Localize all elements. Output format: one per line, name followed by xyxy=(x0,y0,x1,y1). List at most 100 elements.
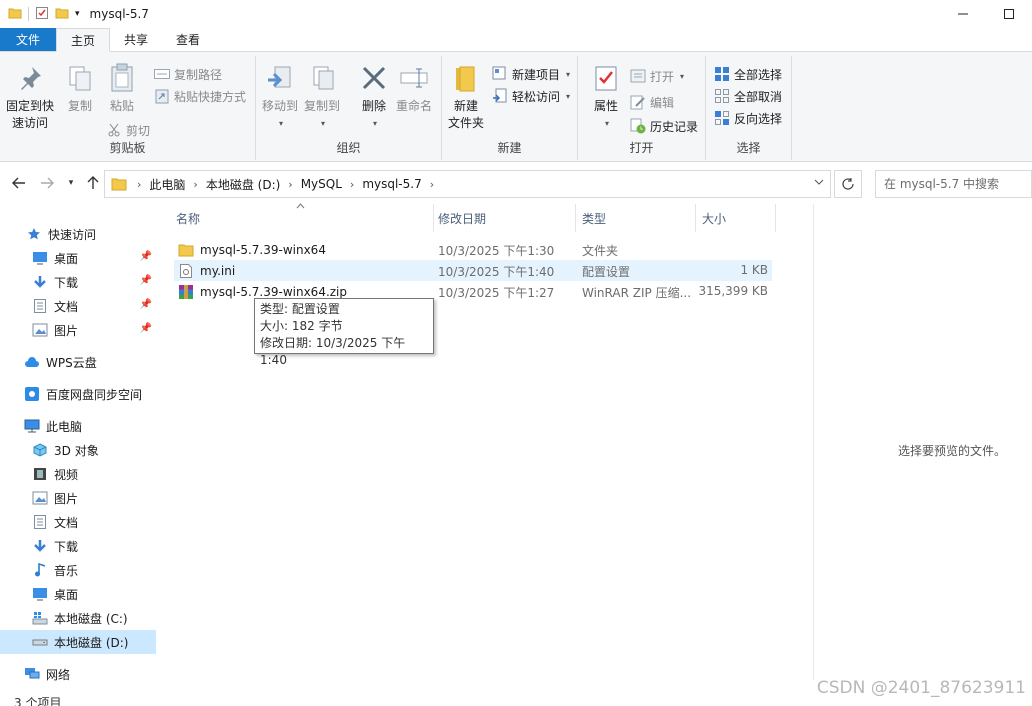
chevron-down-icon: ▾ xyxy=(279,119,284,128)
preview-pane-divider[interactable] xyxy=(813,204,814,680)
tab-view[interactable]: 查看 xyxy=(162,28,214,51)
chevron-down-icon: ▾ xyxy=(604,119,609,128)
nav-desktop-pc[interactable]: 桌面 xyxy=(0,582,156,606)
nav-pictures-pc[interactable]: 图片 xyxy=(0,486,156,510)
nav-pictures[interactable]: 图片 📌 xyxy=(0,318,156,342)
new-item-button[interactable]: 新建项目 ▾ xyxy=(492,64,570,84)
history-button[interactable]: 历史记录 xyxy=(630,116,698,136)
properties-button[interactable]: 属性 ▾ xyxy=(590,62,622,132)
forward-button[interactable] xyxy=(36,172,58,194)
column-header-date[interactable]: 修改日期 xyxy=(430,204,576,232)
delete-button[interactable]: 删除 ▾ xyxy=(358,62,390,132)
up-button[interactable] xyxy=(82,172,104,194)
nav-documents[interactable]: 文档 📌 xyxy=(0,294,156,318)
address-bar[interactable]: › 此电脑 › 本地磁盘 (D:) › MySQL › mysql-5.7 › xyxy=(104,170,831,198)
chevron-down-icon: ▾ xyxy=(321,119,326,128)
open-button[interactable]: 打开 ▾ xyxy=(630,66,684,86)
status-item-count: 3 个项目 xyxy=(14,696,62,706)
file-row-folder[interactable]: mysql-5.7.39-winx64 10/3/2025 下午1:30 文件夹 xyxy=(174,239,772,260)
new-folder-icon[interactable] xyxy=(55,6,69,23)
chevron-down-icon: ▾ xyxy=(566,91,571,101)
column-header-type[interactable]: 类型 xyxy=(574,204,696,232)
column-header-size[interactable]: 大小 xyxy=(694,204,776,232)
file-row-my-ini[interactable]: my.ini 10/3/2025 下午1:40 配置设置 1 KB xyxy=(174,260,772,281)
select-none-icon xyxy=(714,88,730,104)
nav-downloads[interactable]: 下载 📌 xyxy=(0,270,156,294)
address-history-chevron-icon[interactable] xyxy=(814,177,824,188)
nav-drive-d[interactable]: 本地磁盘 (D:) xyxy=(0,630,156,654)
copy-button[interactable]: 复制 xyxy=(64,62,96,115)
chevron-right-icon[interactable]: › xyxy=(193,178,197,191)
breadcrumb-this-pc[interactable]: 此电脑 xyxy=(149,176,185,193)
drive-icon xyxy=(32,634,48,650)
cut-button[interactable]: 剪切 xyxy=(106,120,150,140)
breadcrumb: › 此电脑 › 本地磁盘 (D:) › MySQL › mysql-5.7 › xyxy=(137,176,442,193)
column-header-name[interactable]: 名称 xyxy=(168,204,434,232)
file-date: 10/3/2025 下午1:27 xyxy=(438,286,555,300)
recent-locations-chevron-icon[interactable]: ▾ xyxy=(60,172,82,194)
desktop-icon xyxy=(32,586,48,602)
search-box[interactable] xyxy=(875,170,1032,198)
tab-home[interactable]: 主页 xyxy=(56,28,111,52)
paste-shortcut-button[interactable]: 粘贴快捷方式 xyxy=(154,86,246,106)
new-folder-button[interactable]: 新建 文件夹 xyxy=(448,62,484,132)
nav-network[interactable]: 网络 xyxy=(0,662,156,686)
network-icon xyxy=(24,666,40,682)
nav-this-pc[interactable]: 此电脑 xyxy=(0,414,156,438)
nav-drive-c[interactable]: 本地磁盘 (C:) xyxy=(0,606,156,630)
computer-icon xyxy=(24,418,40,434)
nav-videos[interactable]: 视频 xyxy=(0,462,156,486)
search-input[interactable] xyxy=(884,177,1024,191)
minimize-button[interactable] xyxy=(940,0,986,28)
invert-selection-button[interactable]: 反向选择 xyxy=(714,108,782,128)
file-date: 10/3/2025 下午1:40 xyxy=(438,265,555,279)
file-list: 名称 修改日期 类型 大小 mysql-5.7.39-winx64 10/3/2… xyxy=(160,203,814,692)
file-name: mysql-5.7.39-winx64.zip xyxy=(200,285,348,299)
breadcrumb-mysql-5-7[interactable]: mysql-5.7 xyxy=(362,177,421,191)
cube-icon xyxy=(32,442,48,458)
refresh-button[interactable] xyxy=(834,170,862,198)
paste-button[interactable]: 粘贴 xyxy=(106,62,138,115)
group-new: 新建 文件夹 新建项目 ▾ 轻松访问 ▾ 新建 xyxy=(442,56,578,160)
breadcrumb-mysql[interactable]: MySQL xyxy=(301,177,342,191)
edit-button[interactable]: 编辑 xyxy=(630,92,674,112)
nav-music[interactable]: 音乐 xyxy=(0,558,156,582)
back-button[interactable] xyxy=(8,172,30,194)
file-name: mysql-5.7.39-winx64 xyxy=(200,243,326,257)
paste-shortcut-icon xyxy=(154,88,170,104)
scissors-icon xyxy=(106,122,122,138)
select-none-button[interactable]: 全部取消 xyxy=(714,86,782,106)
nav-3d-objects[interactable]: 3D 对象 xyxy=(0,438,156,462)
nav-desktop[interactable]: 桌面 📌 xyxy=(0,246,156,270)
copy-path-button[interactable]: 复制路径 xyxy=(154,64,222,84)
tab-share[interactable]: 共享 xyxy=(110,28,162,51)
nav-documents-pc[interactable]: 文档 xyxy=(0,510,156,534)
tooltip-modified: 修改日期: 10/3/2025 下午1:40 xyxy=(260,336,406,367)
chevron-right-icon[interactable]: › xyxy=(137,178,141,191)
breadcrumb-drive-d[interactable]: 本地磁盘 (D:) xyxy=(206,176,280,193)
file-type: 配置设置 xyxy=(582,265,631,279)
nav-downloads-pc[interactable]: 下载 xyxy=(0,534,156,558)
copy-to-button[interactable]: 复制到 ▾ xyxy=(304,62,340,132)
file-size: 315,399 KB xyxy=(698,284,768,298)
preview-pane-message: 选择要预览的文件。 xyxy=(898,444,1007,458)
move-to-button[interactable]: 移动到 ▾ xyxy=(262,62,298,132)
tab-file[interactable]: 文件 xyxy=(0,28,57,51)
nav-quick-access[interactable]: 快速访问 xyxy=(0,222,156,246)
rename-button[interactable]: 重命名 xyxy=(396,62,432,115)
chevron-right-icon[interactable]: › xyxy=(430,178,434,191)
nav-baidu-sync[interactable]: 百度网盘同步空间 xyxy=(0,382,156,406)
properties-check-icon[interactable] xyxy=(35,6,49,23)
easy-access-button[interactable]: 轻松访问 ▾ xyxy=(492,86,570,106)
desktop-icon xyxy=(32,250,48,266)
chevron-right-icon[interactable]: › xyxy=(350,178,354,191)
cloud-icon xyxy=(24,354,40,370)
maximize-button[interactable] xyxy=(986,0,1032,28)
chevron-right-icon[interactable]: › xyxy=(288,178,292,191)
copy-to-icon xyxy=(306,62,338,94)
select-all-button[interactable]: 全部选择 xyxy=(714,64,782,84)
pin-quick-access-button[interactable]: 固定到快 速访问 xyxy=(6,62,54,132)
nav-wps-cloud[interactable]: WPS云盘 xyxy=(0,350,156,374)
file-type: WinRAR ZIP 压缩... xyxy=(582,286,692,300)
customize-toolbar-chevron-icon[interactable]: ▾ xyxy=(75,9,80,19)
